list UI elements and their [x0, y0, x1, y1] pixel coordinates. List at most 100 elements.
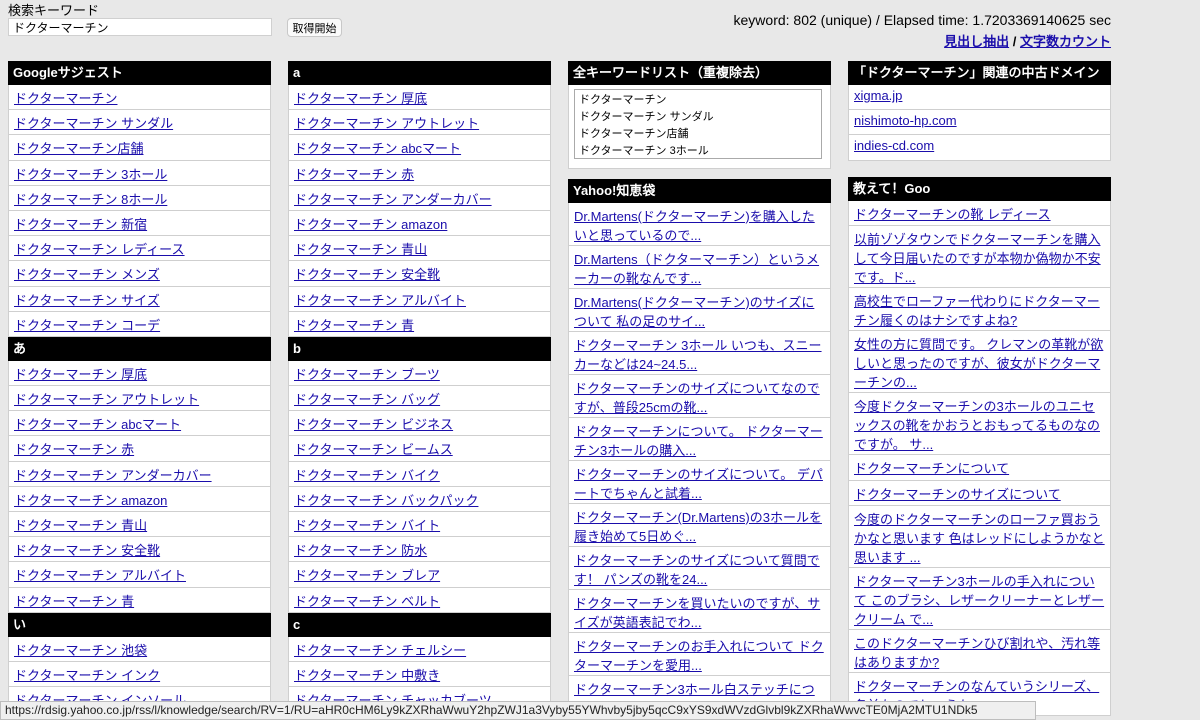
- stats-text: keyword: 802 (unique) / Elapsed time: 1.…: [733, 12, 1111, 28]
- keyword-link[interactable]: ドクターマーチン ブーツ: [294, 367, 440, 382]
- keyword-link[interactable]: indies-cd.com: [854, 138, 934, 153]
- list-item: ドクターマーチン 青山: [288, 236, 551, 262]
- list-item: ドクターマーチン 青: [288, 311, 551, 337]
- keyword-link[interactable]: ドクターマーチン サンダル: [14, 116, 173, 131]
- keyword-link[interactable]: ドクターマーチン(Dr.Martens)の3ホールを履き始めて5日めぐ...: [574, 510, 822, 544]
- keyword-link[interactable]: ドクターマーチン アンダーカバー: [294, 192, 492, 207]
- keyword-link[interactable]: ドクターマーチン チェルシー: [294, 643, 466, 658]
- keyword-link[interactable]: このドクターマーチンひび割れや、汚れ等はありますか?: [854, 636, 1100, 670]
- keyword-link[interactable]: ドクターマーチン アルバイト: [294, 293, 466, 308]
- keyword-link[interactable]: Dr.Martens（ドクターマーチン）というメーカーの靴なんです...: [574, 252, 819, 286]
- keyword-link[interactable]: ドクターマーチン アウトレット: [294, 116, 479, 131]
- keyword-link[interactable]: ドクターマーチン 安全靴: [14, 543, 160, 558]
- keyword-link[interactable]: ドクターマーチン: [14, 91, 117, 106]
- section-header-a-jp: あ: [8, 336, 271, 361]
- keyword-link[interactable]: xigma.jp: [854, 88, 902, 103]
- keyword-link[interactable]: ドクターマーチン ビジネス: [294, 417, 453, 432]
- keyword-link[interactable]: ドクターマーチン コーデ: [14, 318, 160, 333]
- keyword-link[interactable]: ドクターマーチン バイト: [294, 518, 440, 533]
- list-item: xigma.jp: [848, 85, 1111, 111]
- keyword-link[interactable]: ドクターマーチン レディース: [14, 242, 185, 257]
- keyword-link[interactable]: Dr.Martens(ドクターマーチン)を購入したいと思っているので...: [574, 209, 815, 243]
- keyword-link[interactable]: Dr.Martens(ドクターマーチン)のサイズについて 私の足のサイ...: [574, 295, 814, 329]
- keyword-link[interactable]: ドクターマーチンのサイズについて: [854, 487, 1061, 502]
- keyword-link[interactable]: ドクターマーチン サイズ: [14, 293, 160, 308]
- keyword-link[interactable]: ドクターマーチン 厚底: [294, 91, 427, 106]
- keyword-link[interactable]: ドクターマーチン ベルト: [294, 594, 440, 609]
- alpha-suggest-column: a ドクターマーチン 厚底 ドクターマーチン アウトレット ドクターマーチン abc…: [288, 61, 551, 713]
- list-item: Dr.Martens（ドクターマーチン）というメーカーの靴なんです...: [568, 246, 831, 289]
- keyword-link[interactable]: ドクターマーチン 中敷き: [294, 668, 440, 683]
- keyword-link[interactable]: ドクターマーチン アンダーカバー: [14, 468, 212, 483]
- list-item: ドクターマーチン 赤: [8, 436, 271, 462]
- list-item: ドクターマーチン店舗: [8, 135, 271, 161]
- list-item: ドクターマーチンのサイズについて: [848, 480, 1111, 507]
- list-item: ドクターマーチン 安全靴: [8, 537, 271, 563]
- keyword-link[interactable]: ドクターマーチン3ホールの手入れについて このブラシ、レザークリーナーとレザーク…: [854, 574, 1104, 627]
- keyword-link[interactable]: ドクターマーチンのサイズについて。 デパートでちゃんと試着...: [574, 467, 823, 501]
- keyword-link[interactable]: ドクターマーチン 防水: [294, 543, 427, 558]
- keyword-link[interactable]: 以前ゾゾタウンでドクターマーチンを購入して今日届いたのですが本物か偽物か不安です…: [854, 232, 1101, 285]
- keyword-link[interactable]: ドクターマーチン 厚底: [14, 367, 147, 382]
- list-item: nishimoto-hp.com: [848, 110, 1111, 136]
- keyword-link[interactable]: ドクターマーチンの靴 レディース: [854, 207, 1051, 222]
- list-item: ドクターマーチン アウトレット: [288, 110, 551, 136]
- keyword-link[interactable]: 今度のドクターマーチンのローファ買おうかなと思います 色はレッドにしようかなと思…: [854, 512, 1105, 565]
- keyword-link[interactable]: 今度ドクターマーチンの3ホールのユニセックスの靴をかおうとおもってるものなのです…: [854, 399, 1100, 452]
- list-item: ドクターマーチン abcマート: [288, 135, 551, 161]
- fetch-button[interactable]: 取得開始: [287, 18, 342, 37]
- keyword-link[interactable]: 女性の方に質問です。 クレマンの革靴が欲しいと思ったのですが、彼女がドクターマー…: [854, 337, 1103, 390]
- keyword-link[interactable]: ドクターマーチン 青山: [294, 242, 427, 257]
- char-count-link[interactable]: 文字数カウント: [1020, 34, 1111, 49]
- keyword-link[interactable]: ドクターマーチンのサイズについてなのですが、普段25cmの靴...: [574, 381, 820, 415]
- keyword-link[interactable]: ドクターマーチン 赤: [14, 442, 134, 457]
- list-item: ドクターマーチン: [8, 85, 271, 111]
- keyword-link[interactable]: ドクターマーチン アウトレット: [14, 392, 199, 407]
- keyword-link[interactable]: ドクターマーチン 3ホール いつも、スニーカーなどは24~24.5...: [574, 338, 822, 372]
- list-item: ドクターマーチン 青: [8, 587, 271, 613]
- keyword-link[interactable]: ドクターマーチン abcマート: [14, 417, 181, 432]
- keyword-link[interactable]: ドクターマーチン ブレア: [294, 568, 440, 583]
- list-item: Dr.Martens(ドクターマーチン)のサイズについて 私の足のサイ...: [568, 289, 831, 332]
- list-item: 高校生でローファー代わりにドクターマーチン履くのはナシですよね?: [848, 288, 1111, 332]
- keyword-link[interactable]: ドクターマーチン amazon: [14, 493, 167, 508]
- keyword-link[interactable]: ドクターマーチン 青山: [14, 518, 147, 533]
- keyword-link[interactable]: ドクターマーチン 新宿: [14, 217, 147, 232]
- section-header-b: b: [288, 336, 551, 361]
- list-item: ドクターマーチン 8ホール: [8, 185, 271, 211]
- keyword-link[interactable]: ドクターマーチン 青: [14, 594, 134, 609]
- keyword-link[interactable]: 高校生でローファー代わりにドクターマーチン履くのはナシですよね?: [854, 294, 1100, 328]
- keyword-link[interactable]: ドクターマーチン amazon: [294, 217, 447, 232]
- list-item: ドクターマーチン チェルシー: [288, 636, 551, 662]
- keyword-link[interactable]: ドクターマーチンについて。 ドクターマーチン3ホールの購入...: [574, 424, 823, 458]
- keyword-link[interactable]: ドクターマーチン バッグ: [294, 392, 440, 407]
- list-item: ドクターマーチンを買いたいのですが、サイズが英語表記でわ...: [568, 590, 831, 633]
- keyword-link[interactable]: ドクターマーチン 8ホール: [14, 192, 167, 207]
- keyword-list-textarea[interactable]: ドクターマーチン ドクターマーチン サンダル ドクターマーチン店舗 ドクターマー…: [574, 89, 822, 159]
- keyword-link[interactable]: ドクターマーチン アルバイト: [14, 568, 186, 583]
- list-item: ドクターマーチン amazon: [288, 210, 551, 237]
- keyword-link[interactable]: ドクターマーチン 赤: [294, 167, 414, 182]
- keyword-link[interactable]: ドクターマーチン abcマート: [294, 141, 461, 156]
- keyword-link[interactable]: ドクターマーチン 池袋: [14, 643, 147, 658]
- keyword-link[interactable]: ドクターマーチン インク: [14, 668, 160, 683]
- keyword-link[interactable]: ドクターマーチンについて: [854, 461, 1009, 476]
- list-item: 以前ゾゾタウンでドクターマーチンを購入して今日届いたのですが本物か偽物か不安です…: [848, 226, 1111, 289]
- keyword-link[interactable]: ドクターマーチンのお手入れについて ドクターマーチンを愛用...: [574, 639, 824, 673]
- keyword-link[interactable]: ドクターマーチン バイク: [294, 468, 440, 483]
- keyword-link[interactable]: ドクターマーチン ビームス: [294, 442, 453, 457]
- section-header-c: c: [288, 612, 551, 637]
- keyword-link[interactable]: ドクターマーチン 安全靴: [294, 267, 440, 282]
- keyword-link[interactable]: ドクターマーチンのサイズについて質問です！ パンズの靴を24...: [574, 553, 820, 587]
- keyword-list-column: 全キーワードリスト（重複除去） ドクターマーチン ドクターマーチン サンダル ド…: [568, 61, 831, 719]
- keyword-link[interactable]: ドクターマーチン バックパック: [294, 493, 478, 508]
- extract-headings-link[interactable]: 見出し抽出: [944, 34, 1009, 49]
- keyword-link[interactable]: nishimoto-hp.com: [854, 113, 957, 128]
- keyword-link[interactable]: ドクターマーチン 3ホール: [14, 167, 167, 182]
- keyword-link[interactable]: ドクターマーチン メンズ: [14, 267, 160, 282]
- keyword-link[interactable]: ドクターマーチン 青: [294, 318, 414, 333]
- keyword-link[interactable]: ドクターマーチン店舗: [14, 141, 143, 156]
- keyword-link[interactable]: ドクターマーチンを買いたいのですが、サイズが英語表記でわ...: [574, 596, 820, 630]
- search-input[interactable]: [8, 18, 272, 36]
- yahoo-chiebukuro-header: Yahoo!知恵袋: [568, 179, 831, 203]
